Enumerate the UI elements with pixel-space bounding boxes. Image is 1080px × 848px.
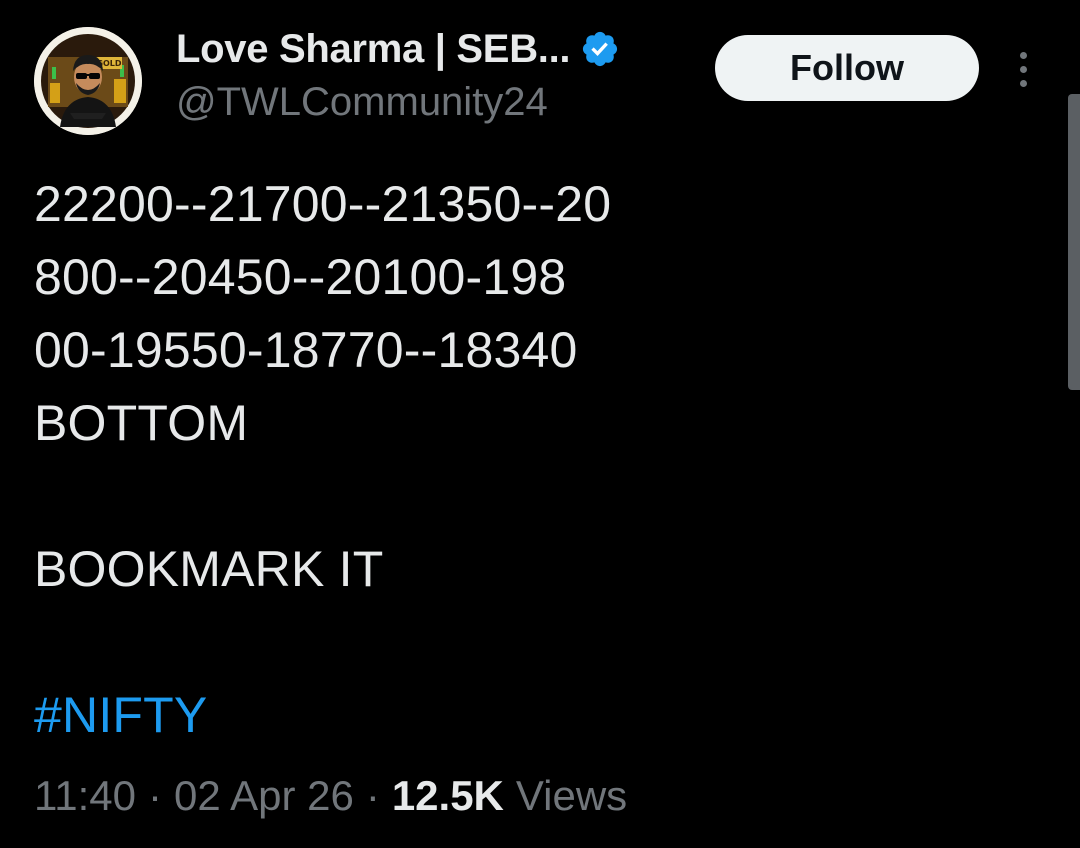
tweet-text: 22200--21700--21350--20 800--20450--2010…: [34, 168, 1034, 752]
views-label: Views: [515, 772, 628, 819]
author-handle[interactable]: @TWLCommunity24: [176, 80, 548, 125]
tweet-card: GOLD Love Sharma | SEB... @TWLCommunity2…: [0, 0, 1080, 848]
tweet-text-line: BOTTOM: [34, 395, 249, 451]
tweet-meta: 11:40 · 02 Apr 26 · 12.5K Views: [34, 772, 627, 820]
more-vertical-icon[interactable]: [1014, 50, 1034, 90]
meta-separator: ·: [148, 772, 162, 819]
verified-badge-icon[interactable]: [580, 29, 620, 69]
tweet-text-line: 800--20450--20100-198: [34, 249, 567, 305]
more-dot: [1020, 66, 1027, 73]
hashtag-link[interactable]: #NIFTY: [34, 679, 1034, 752]
follow-button[interactable]: Follow: [715, 35, 979, 101]
tweet-date[interactable]: 02 Apr 26: [174, 772, 354, 820]
more-dot: [1020, 52, 1027, 59]
views-count[interactable]: 12.5K: [392, 772, 504, 820]
tweet-header: GOLD Love Sharma | SEB... @TWLCommunity2…: [0, 0, 1080, 150]
avatar-image: GOLD: [34, 27, 142, 135]
meta-separator: ·: [365, 772, 380, 819]
more-dot: [1020, 80, 1027, 87]
scrollbar[interactable]: [1068, 94, 1080, 390]
avatar[interactable]: GOLD: [34, 27, 142, 135]
author-name-row: Love Sharma | SEB...: [176, 24, 620, 74]
tweet-time[interactable]: 11:40: [34, 772, 136, 820]
tweet-text-line: 22200--21700--21350--20: [34, 176, 612, 232]
tweet-text-line: 00-19550-18770--18340: [34, 322, 578, 378]
tweet-text-line: BOOKMARK IT: [34, 541, 384, 597]
author-display-name[interactable]: Love Sharma | SEB...: [176, 27, 571, 72]
